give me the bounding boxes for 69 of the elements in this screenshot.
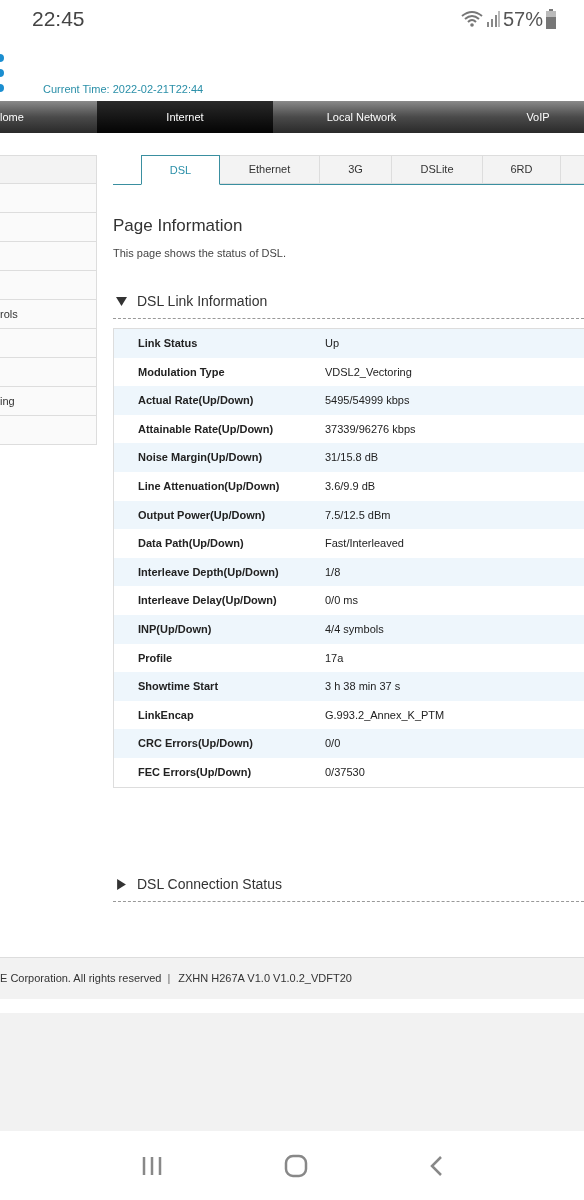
wifi-icon [460,10,483,28]
field-label: Link Status [137,336,199,352]
field-value: VDSL2_Vectoring [325,364,412,380]
battery-icon [546,9,556,29]
nav-tab[interactable]: Internet [97,101,273,133]
logo-dots-icon [0,54,5,92]
field-value: Fast/Interleaved [325,536,404,552]
signal-icon [485,11,500,27]
field-value: 3.6/9.9 dB [325,479,376,494]
home-icon[interactable] [284,1153,308,1178]
field-label: INP(Up/Down) [137,622,213,637]
page-description: This page shows the status of DSL. [113,245,288,261]
nav-tab[interactable]: Local Network [273,101,450,133]
tab[interactable]: DSL [141,155,220,185]
field-value: G.993.2_Annex_K_PTM [325,707,445,723]
copyright-text: E Corporation. All rights reserved [0,971,162,987]
field-value: 0/0 [325,736,341,752]
back-icon[interactable] [429,1154,444,1177]
field-label: Noise Margin(Up/Down) [137,450,264,466]
field-label: Data Path(Up/Down) [137,536,245,552]
battery-percentage: 57% [502,7,543,32]
separator: | [167,971,171,987]
field-value: Up [325,336,340,352]
field-value: 1/8 [325,564,341,580]
expanded-triangle-icon[interactable] [116,296,127,307]
field-value: 0/37530 [325,764,365,780]
field-label: Profile [137,650,174,666]
field-label: Line Attenuation(Up/Down) [137,479,281,494]
sidebar-item[interactable] [0,271,97,300]
sidebar-item[interactable] [0,329,97,358]
current-time: Current Time: 2022-02-21T22:44 [43,82,204,97]
sidebar-item[interactable] [0,416,97,445]
sidebar-item[interactable] [0,358,97,387]
field-label: Interleave Delay(Up/Down) [137,593,278,609]
recent-apps-icon[interactable] [140,1155,163,1176]
field-value: 31/15.8 dB [325,450,379,466]
field-value: 5495/54999 kbps [325,393,410,409]
field-value: 17a [325,650,344,666]
field-label: Interleave Depth(Up/Down) [137,564,280,580]
field-label: Output Power(Up/Down) [137,507,267,523]
field-value: 4/4 symbols [325,622,384,637]
section-title[interactable]: DSL Connection Status [137,873,282,895]
field-label: FEC Errors(Up/Down) [137,764,253,780]
sidebar-item[interactable] [0,213,97,242]
field-label: Modulation Type [137,364,226,380]
sidebar-item[interactable] [0,242,97,271]
nav-tab[interactable]: lome [0,101,97,133]
field-value: 37339/96276 kbps [325,421,416,437]
field-label: Attainable Rate(Up/Down) [137,421,275,437]
field-label: Actual Rate(Up/Down) [137,393,255,409]
sidebar-item[interactable] [0,184,97,213]
field-value: 0/0 ms [325,593,358,609]
field-label: LinkEncap [137,707,195,723]
section-title[interactable]: DSL Link Information [137,291,268,312]
clock-time: 22:45 [32,6,85,33]
page-title: Page Information [113,215,244,237]
field-value: 7.5/12.5 dBm [325,507,391,523]
field-label: Showtime Start [137,679,220,695]
field-value: 3 h 38 min 37 s [325,679,401,695]
tab[interactable]: DSLite [392,155,483,184]
field-label: CRC Errors(Up/Down) [137,736,254,752]
sidebar-item[interactable]: rols [0,300,97,329]
tab[interactable]: 3G [320,155,392,184]
firmware-version: ZXHN H267A V1.0 V1.0.2_VDFT20 [178,971,352,987]
sidebar-item[interactable]: ing [0,387,97,416]
tab[interactable]: 6RD [483,155,561,184]
nav-tab[interactable]: VoIP [450,101,584,133]
tab[interactable]: Ethernet [220,155,320,184]
collapsed-triangle-icon[interactable] [116,878,127,890]
